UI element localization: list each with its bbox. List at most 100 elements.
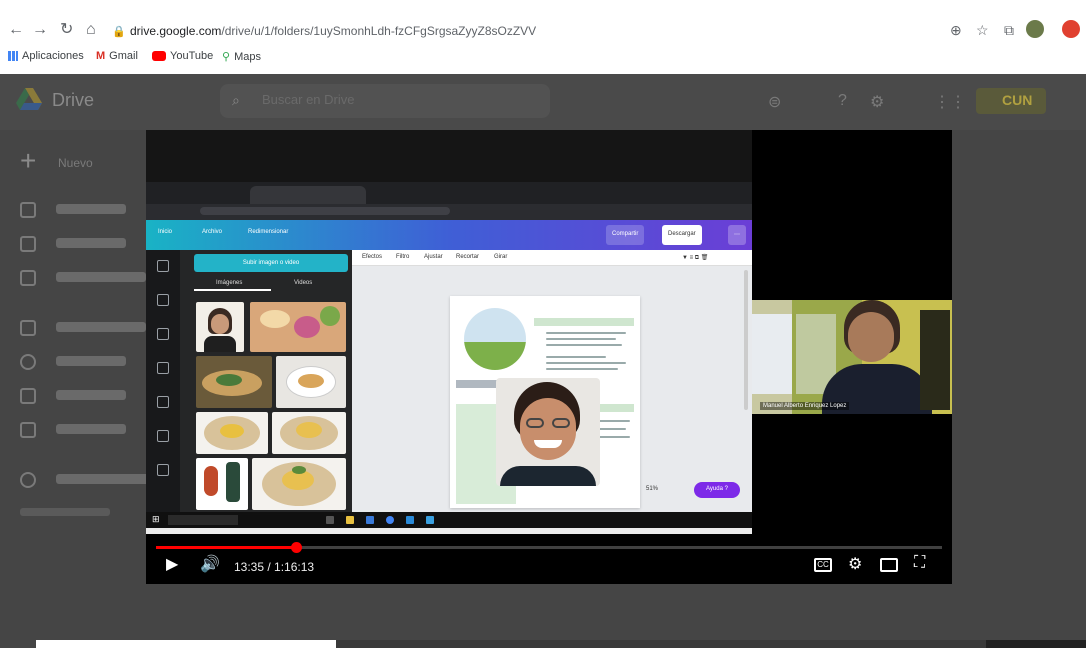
new-button[interactable]: + Nuevo: [20, 147, 120, 178]
people-icon: [20, 320, 36, 336]
app-icon: [426, 516, 434, 524]
bookmark-maps[interactable]: ⚲ Maps: [222, 50, 261, 64]
upload-thumb-portrait: [196, 302, 244, 352]
volume-icon[interactable]: 🔊: [200, 554, 220, 574]
bookmark-youtube[interactable]: YouTube: [152, 50, 213, 62]
bookmark-label: Maps: [234, 50, 261, 63]
account-badge-label: CUN: [1002, 92, 1033, 108]
audio-icon: [157, 464, 169, 476]
bookmark-gmail[interactable]: M Gmail: [96, 50, 138, 62]
canva-topbar: Inicio Archivo Redimensionar Compartir D…: [146, 220, 752, 250]
clock-icon: [20, 354, 36, 370]
url-host: drive.google.com: [130, 24, 222, 38]
templates-icon: [157, 260, 169, 272]
home-icon[interactable]: ⌂: [86, 22, 96, 38]
gmail-icon: M: [96, 50, 106, 62]
canva-more-icon: ⋯: [728, 225, 746, 245]
sidebar-item-recent[interactable]: [20, 352, 140, 374]
upload-thumb-food: [250, 302, 346, 352]
text-icon: [157, 396, 169, 408]
video-player[interactable]: Inicio Archivo Redimensionar Compartir D…: [146, 130, 952, 584]
styles-icon: [157, 430, 169, 442]
star-icon[interactable]: ☆: [976, 22, 989, 39]
upload-thumb-food: [252, 458, 346, 510]
tool-position-icon: ▼ ≡ ⧉ 🗑: [682, 255, 709, 261]
chrome-icon: [386, 516, 394, 524]
canva-file-label: Archivo: [202, 229, 223, 235]
upload-thumb-figure: [196, 458, 248, 510]
reload-icon[interactable]: ↻: [60, 22, 73, 38]
account-badge[interactable]: CUN: [976, 88, 1046, 114]
storage-text: [20, 508, 110, 516]
explorer-icon: [346, 516, 354, 524]
apps-icon: [8, 51, 18, 61]
canva-resize-label: Redimensionar: [248, 229, 289, 235]
progress-scrubber[interactable]: [290, 542, 302, 553]
sidebar-item-my-drive[interactable]: [20, 234, 140, 256]
upload-media-button: Subir imagen o video: [194, 254, 348, 272]
settings-gear-icon[interactable]: ⚙: [870, 92, 884, 112]
sidebar-item-priority[interactable]: [20, 200, 140, 222]
video-frame[interactable]: Inicio Archivo Redimensionar Compartir D…: [146, 130, 752, 534]
address-bar[interactable]: drive.google.com/drive/u/1/folders/1uySm…: [130, 24, 536, 38]
canva-download-button: Descargar: [662, 225, 702, 245]
bookmark-apps[interactable]: Aplicaciones: [8, 50, 84, 62]
editor-scrollbar: [744, 270, 748, 410]
editor-toolbar: Efectos Filtro Ajustar Recortar Girar ▼ …: [352, 250, 752, 266]
search-icon[interactable]: ⌕: [232, 92, 240, 109]
tool-filter: Filtro: [396, 254, 410, 260]
miniplayer-icon[interactable]: [880, 558, 898, 572]
fullscreen-icon[interactable]: ⛶: [914, 554, 925, 572]
filter-icon[interactable]: ⊜: [768, 92, 781, 112]
uploads-icon: [157, 294, 169, 306]
webcam-black-area: [752, 130, 952, 300]
sidebar-item-starred[interactable]: [20, 386, 140, 408]
app-icon: [366, 516, 374, 524]
app-icon: [406, 516, 414, 524]
canva-share-label: Compartir: [612, 231, 639, 237]
extension-icon[interactable]: ⧉: [1004, 22, 1014, 39]
sidebar-item-shared-drives[interactable]: [20, 268, 146, 290]
profile-avatar[interactable]: [1026, 20, 1044, 38]
lens-icon[interactable]: ⊕: [950, 22, 962, 39]
drive-app-name: Drive: [52, 90, 95, 110]
trash-icon: [20, 422, 36, 438]
forward-arrow-icon[interactable]: →: [32, 22, 48, 38]
shared-drive-icon: [20, 270, 36, 286]
progress-fill: [156, 546, 296, 549]
elements-icon: [157, 362, 169, 374]
subtitles-icon[interactable]: CC: [814, 558, 832, 572]
star-icon: [20, 388, 36, 404]
tool-adjust: Ajustar: [424, 254, 443, 260]
play-icon[interactable]: ▶: [166, 554, 178, 574]
webcam-overlay-face: [496, 378, 600, 486]
apps-grid-icon[interactable]: ⋮⋮: [934, 92, 966, 112]
bookmark-label: YouTube: [170, 50, 214, 62]
lock-icon: 🔒: [112, 26, 126, 38]
back-arrow-icon[interactable]: ←: [8, 22, 24, 38]
maps-icon: ⚲: [222, 51, 231, 63]
cloud-icon: [20, 472, 36, 488]
canva-help-button: Ayuda ?: [694, 482, 740, 498]
opera-icon[interactable]: [1062, 20, 1080, 38]
sidebar-item-trash[interactable]: [20, 420, 140, 442]
bookmarks-bar: Aplicaciones M Gmail YouTube ⚲ Maps: [0, 48, 1086, 68]
upload-thumb-food: [272, 412, 346, 454]
sidebar-item-shared-with-me[interactable]: [20, 318, 146, 340]
help-icon[interactable]: ?: [838, 92, 847, 110]
inner-browser-tabs: [146, 182, 752, 204]
drive-logo-icon: [16, 88, 42, 110]
taskbar-search: [168, 515, 238, 525]
taskview-icon: [326, 516, 334, 524]
tab-images: Imágenes: [216, 280, 243, 286]
time-display: 13:35 / 1:16:13: [234, 560, 315, 574]
upload-media-label: Subir imagen o video: [242, 260, 300, 266]
drive-header: Drive ⌕ Buscar en Drive ⊜ ? ⚙ ⋮⋮ CUN: [0, 74, 1086, 130]
settings-gear-icon[interactable]: ⚙: [848, 554, 862, 574]
tool-effects: Efectos: [362, 254, 383, 260]
bookmark-label: Aplicaciones: [22, 50, 84, 62]
upload-thumb-food: [276, 356, 346, 408]
canva-help-label: Ayuda ?: [706, 486, 728, 492]
sidebar-item-storage[interactable]: [20, 470, 156, 492]
zoom-level: 51%: [646, 486, 659, 492]
